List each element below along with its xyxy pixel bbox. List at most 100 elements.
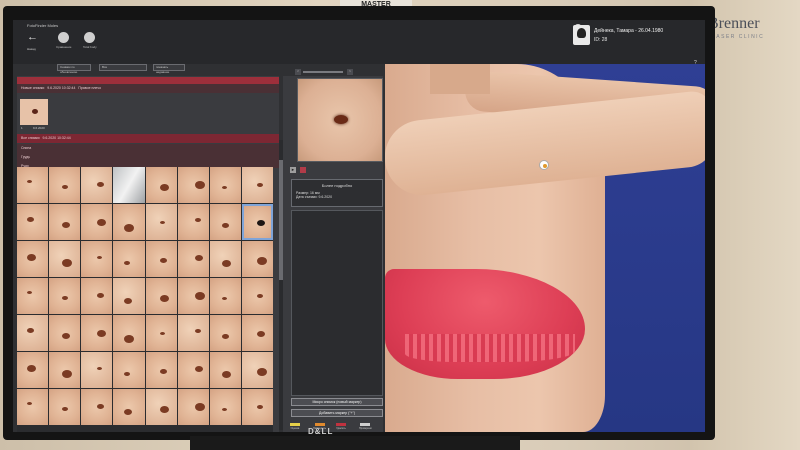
mole-spot [62,333,71,339]
mole-thumbnail[interactable] [49,315,81,351]
mole-spot [97,256,103,259]
page-next-button[interactable]: > [347,69,353,75]
mole-thumbnail[interactable] [17,204,49,240]
mole-thumbnail[interactable] [17,389,49,425]
mole-thumbnail[interactable] [177,352,209,388]
mole-thumbnail[interactable] [209,315,241,351]
mole-thumbnail[interactable] [49,278,81,314]
compare-tool[interactable]: Сравнение [56,32,71,49]
mole-thumbnail[interactable] [113,278,145,314]
mole-thumbnail[interactable] [177,278,209,314]
all-images-header[interactable]: Все снимки 9.6.2020 10:32:44 [17,134,279,143]
mole-thumbnail[interactable] [145,278,177,314]
thumb-date: 9.6.2020 [33,126,45,130]
mole-spot [256,405,263,409]
dermoscopy-image[interactable] [297,78,383,162]
total-body-photo[interactable] [385,64,705,432]
mole-thumbnail[interactable] [145,389,177,425]
mole-spot [27,402,32,405]
watermark-name: Brenner [708,15,760,32]
app-title: FotoFinder Moles [27,23,59,28]
new-image-thumbnail[interactable] [20,99,48,125]
mole-thumbnail[interactable] [81,204,113,240]
mole-thumbnail[interactable] [113,315,145,351]
mole-thumbnail[interactable] [49,389,81,425]
mole-thumbnail[interactable] [17,278,49,314]
mole-thumbnail[interactable] [145,167,177,203]
mole-thumbnail[interactable] [145,315,177,351]
mole-thumbnail[interactable] [209,241,241,277]
mole-thumbnail[interactable] [49,167,81,203]
mole-spot [97,182,105,187]
mole-thumbnail[interactable] [145,241,177,277]
mole-thumbnail[interactable] [241,278,273,314]
mole-thumbnail[interactable] [177,167,209,203]
mole-thumbnail[interactable] [209,204,241,240]
mole-thumbnail[interactable] [49,241,81,277]
mole-thumbnail[interactable] [241,352,273,388]
mole-thumbnail[interactable] [49,204,81,240]
app-screen: FotoFinder Moles ← Сравнение Total body … [13,20,705,432]
preview-area [291,210,383,396]
play-icon[interactable]: ► [290,167,296,173]
mole-thumbnail[interactable] [81,352,113,388]
mole-marker-icon[interactable] [539,160,549,170]
patient-name: Дейнека, Тамара - 26.04.1980 [594,27,664,34]
legend-item[interactable]: Оценка [290,423,300,430]
mole-thumbnail[interactable] [113,167,145,203]
mole-thumbnail[interactable] [241,315,273,351]
legend-swatch [314,423,325,426]
mole-thumbnail[interactable] [209,278,241,314]
mole-spot [194,218,201,222]
back-arrow-icon[interactable]: ← [27,32,38,43]
mole-thumbnail[interactable] [241,241,273,277]
filter-select-1[interactable]: Снимок по обновлению [57,64,91,74]
mole-thumbnail[interactable] [81,241,113,277]
body-region-row[interactable]: Спина [17,144,279,153]
mole-thumbnail[interactable] [209,167,241,203]
mole-spot [221,260,231,267]
mole-thumbnail[interactable] [113,241,145,277]
legend-item[interactable]: Проверено [359,423,372,430]
mole-thumbnail[interactable] [145,204,177,240]
mole-thumbnail[interactable] [113,352,145,388]
mole-thumbnail[interactable] [209,389,241,425]
mole-thumbnail[interactable] [17,352,49,388]
mole-thumbnail[interactable] [177,241,209,277]
record-icon[interactable] [300,167,306,173]
mole-thumbnail[interactable] [17,315,49,351]
page-prev-button[interactable]: < [295,69,301,75]
mole-thumbnail[interactable] [81,315,113,351]
mole-thumbnail[interactable] [17,241,49,277]
mole-thumbnail[interactable] [177,204,209,240]
mole-thumbnail[interactable] [177,315,209,351]
add-marker-button[interactable]: Добавить маркер ("+") [291,409,383,417]
page-slider[interactable] [303,71,343,73]
mole-thumbnail[interactable] [81,278,113,314]
filter-select-3[interactable]: показать недавние [153,64,185,74]
micro-image-button[interactable]: Микро снимок (новый маркер) [291,398,383,406]
details-box[interactable]: Более подробно Размер: 16 мм Дата съемки… [291,179,383,207]
mole-thumbnail[interactable] [49,352,81,388]
mole-thumbnail[interactable] [241,204,273,240]
mole-thumbnail[interactable] [113,389,145,425]
garment-lace [405,334,575,362]
mole-thumbnail[interactable] [81,389,113,425]
mole-thumbnail[interactable] [209,352,241,388]
filter-select-2[interactable]: Все [99,64,147,71]
mole-spot [62,370,73,378]
mole-thumbnail[interactable] [241,167,273,203]
total-body-tool[interactable]: Total body [83,32,97,49]
mole-thumbnail[interactable] [17,167,49,203]
mole-spot [97,404,105,409]
mole-thumbnail[interactable] [145,352,177,388]
mole-thumbnail[interactable] [177,389,209,425]
mole-thumbnail[interactable] [81,167,113,203]
watermark-subtitle: LASER CLINIC [712,34,765,40]
body-region-row[interactable]: Грудь [17,153,279,162]
patient-header[interactable]: Дейнека, Тамара - 26.04.1980 ID: 28 [573,20,663,50]
new-images-row[interactable]: Новые снимки 9.6.2020 10:32:44 Правое пл… [17,84,279,93]
legend-item[interactable]: Удалить [336,423,346,430]
mole-thumbnail[interactable] [113,204,145,240]
mole-thumbnail[interactable] [241,389,273,425]
